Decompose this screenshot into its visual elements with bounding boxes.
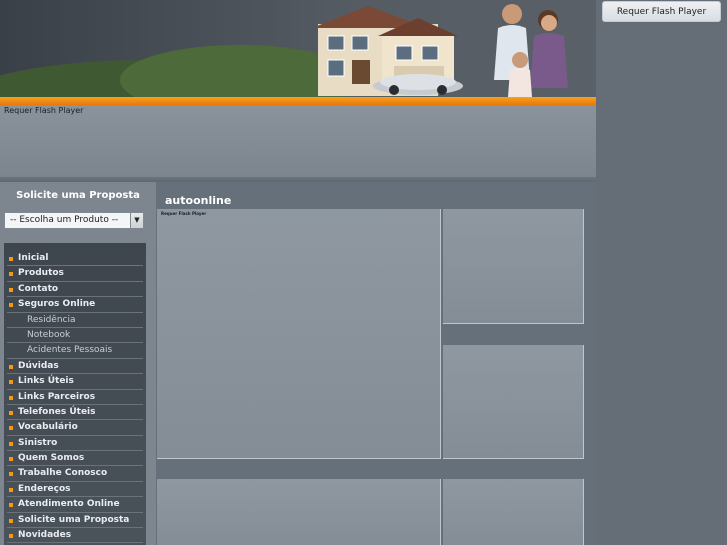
menu-item-label: Trabalhe Conosco bbox=[18, 468, 108, 479]
content-panel-bottom-left bbox=[157, 479, 441, 545]
content-panel-middle-right bbox=[443, 345, 584, 459]
menu-item-solicite-proposta[interactable]: Solicite uma Proposta bbox=[7, 513, 143, 529]
bullet-icon bbox=[9, 441, 13, 446]
menu-item-seguros-online[interactable]: Seguros Online bbox=[7, 297, 143, 313]
menu-item-links-parceiros[interactable]: Links Parceiros bbox=[7, 390, 143, 405]
menu-item-duvidas[interactable]: Dúvidas bbox=[7, 359, 143, 375]
product-select[interactable]: -- Escolha um Produto -- ▼ bbox=[4, 212, 144, 229]
menu-item-label: Contato bbox=[18, 283, 59, 294]
menu-item-label: Produtos bbox=[18, 268, 64, 279]
panel-flash-notice: Requer Flash Player bbox=[161, 211, 207, 216]
menu-item-label: Atendimento Online bbox=[18, 499, 120, 510]
content-panel-top-right bbox=[443, 209, 584, 324]
menu-item-label: Seguros Online bbox=[18, 299, 96, 310]
bullet-icon bbox=[9, 303, 13, 308]
menu-subitem-acidentes-pessoais[interactable]: Acidentes Pessoais bbox=[7, 343, 143, 359]
content-panel-bottom-right bbox=[443, 479, 584, 545]
menu-item-atendimento-online[interactable]: Atendimento Online bbox=[7, 497, 143, 513]
menu-item-telefones-uteis[interactable]: Telefones Úteis bbox=[7, 405, 143, 421]
menu-item-label: Sinistro bbox=[18, 437, 58, 448]
menu-item-label: Notebook bbox=[27, 329, 71, 340]
menu-item-enderecos[interactable]: Endereços bbox=[7, 482, 143, 498]
menu-item-label: Endereços bbox=[18, 483, 71, 494]
content-panel-main: Requer Flash Player bbox=[157, 209, 441, 459]
header-banner bbox=[0, 0, 596, 97]
menu-item-label: Quem Somos bbox=[18, 453, 85, 464]
bullet-icon bbox=[9, 534, 13, 539]
bullet-icon bbox=[9, 457, 13, 462]
menu-item-label: Links Úteis bbox=[18, 376, 74, 387]
menu-item-label: Novidades bbox=[18, 530, 72, 541]
bullet-icon bbox=[9, 257, 13, 261]
orange-stripe bbox=[0, 97, 596, 105]
bullet-icon bbox=[9, 518, 13, 523]
bullet-icon bbox=[9, 487, 13, 492]
bullet-icon bbox=[9, 426, 13, 431]
menu-item-links-uteis[interactable]: Links Úteis bbox=[7, 374, 143, 390]
bullet-icon bbox=[9, 410, 13, 415]
bullet-icon bbox=[9, 503, 13, 508]
menu-item-label: Inicial bbox=[18, 253, 49, 263]
menu-item-sinistro[interactable]: Sinistro bbox=[7, 436, 143, 452]
bullet-icon bbox=[9, 380, 13, 385]
menu-subitem-notebook[interactable]: Notebook bbox=[7, 328, 143, 344]
flash-player-button[interactable]: Requer Flash Player bbox=[602, 1, 721, 22]
menu-item-label: Links Parceiros bbox=[18, 391, 96, 402]
family-illustration bbox=[494, 4, 568, 97]
proposal-title: Solicite uma Proposta bbox=[16, 190, 140, 201]
house-illustration bbox=[318, 6, 463, 96]
product-select-value: -- Escolha um Produto -- bbox=[10, 215, 119, 225]
right-flash-panel: Requer Flash Player bbox=[596, 0, 727, 545]
menu-item-label: Solicite uma Proposta bbox=[18, 514, 130, 525]
menu-item-produtos[interactable]: Produtos bbox=[7, 266, 143, 282]
menu-item-label: Acidentes Pessoais bbox=[27, 345, 113, 356]
menu-item-inicial[interactable]: Inicial bbox=[7, 251, 143, 267]
flash-notice: Requer Flash Player bbox=[4, 106, 84, 115]
bullet-icon bbox=[9, 472, 13, 477]
menu-item-label: Residência bbox=[27, 314, 76, 325]
menu-item-label: Telefones Úteis bbox=[18, 406, 96, 417]
menu-item-contato[interactable]: Contato bbox=[7, 282, 143, 298]
menu-item-label: Dúvidas bbox=[18, 360, 59, 371]
menu-item-novidades[interactable]: Novidades bbox=[7, 528, 143, 544]
flash-area: Requer Flash Player bbox=[0, 105, 596, 177]
menu-item-quem-somos[interactable]: Quem Somos bbox=[7, 451, 143, 467]
chevron-down-icon[interactable]: ▼ bbox=[130, 213, 143, 228]
menu-item-trabalhe-conosco[interactable]: Trabalhe Conosco bbox=[7, 466, 143, 482]
menu-item-vocabulario[interactable]: Vocabulário bbox=[7, 420, 143, 436]
bullet-icon bbox=[9, 395, 13, 400]
page-title: autoonline bbox=[165, 194, 232, 207]
menu-subitem-residencia[interactable]: Residência bbox=[7, 313, 143, 328]
bullet-icon bbox=[9, 364, 13, 369]
bullet-icon bbox=[9, 272, 13, 277]
left-sidebar: Solicite uma Proposta -- Escolha um Prod… bbox=[0, 182, 156, 545]
menu-item-label: Vocabulário bbox=[18, 422, 78, 433]
nav-menu: Inicial Produtos Contato Seguros Online … bbox=[4, 243, 146, 545]
bullet-icon bbox=[9, 287, 13, 292]
